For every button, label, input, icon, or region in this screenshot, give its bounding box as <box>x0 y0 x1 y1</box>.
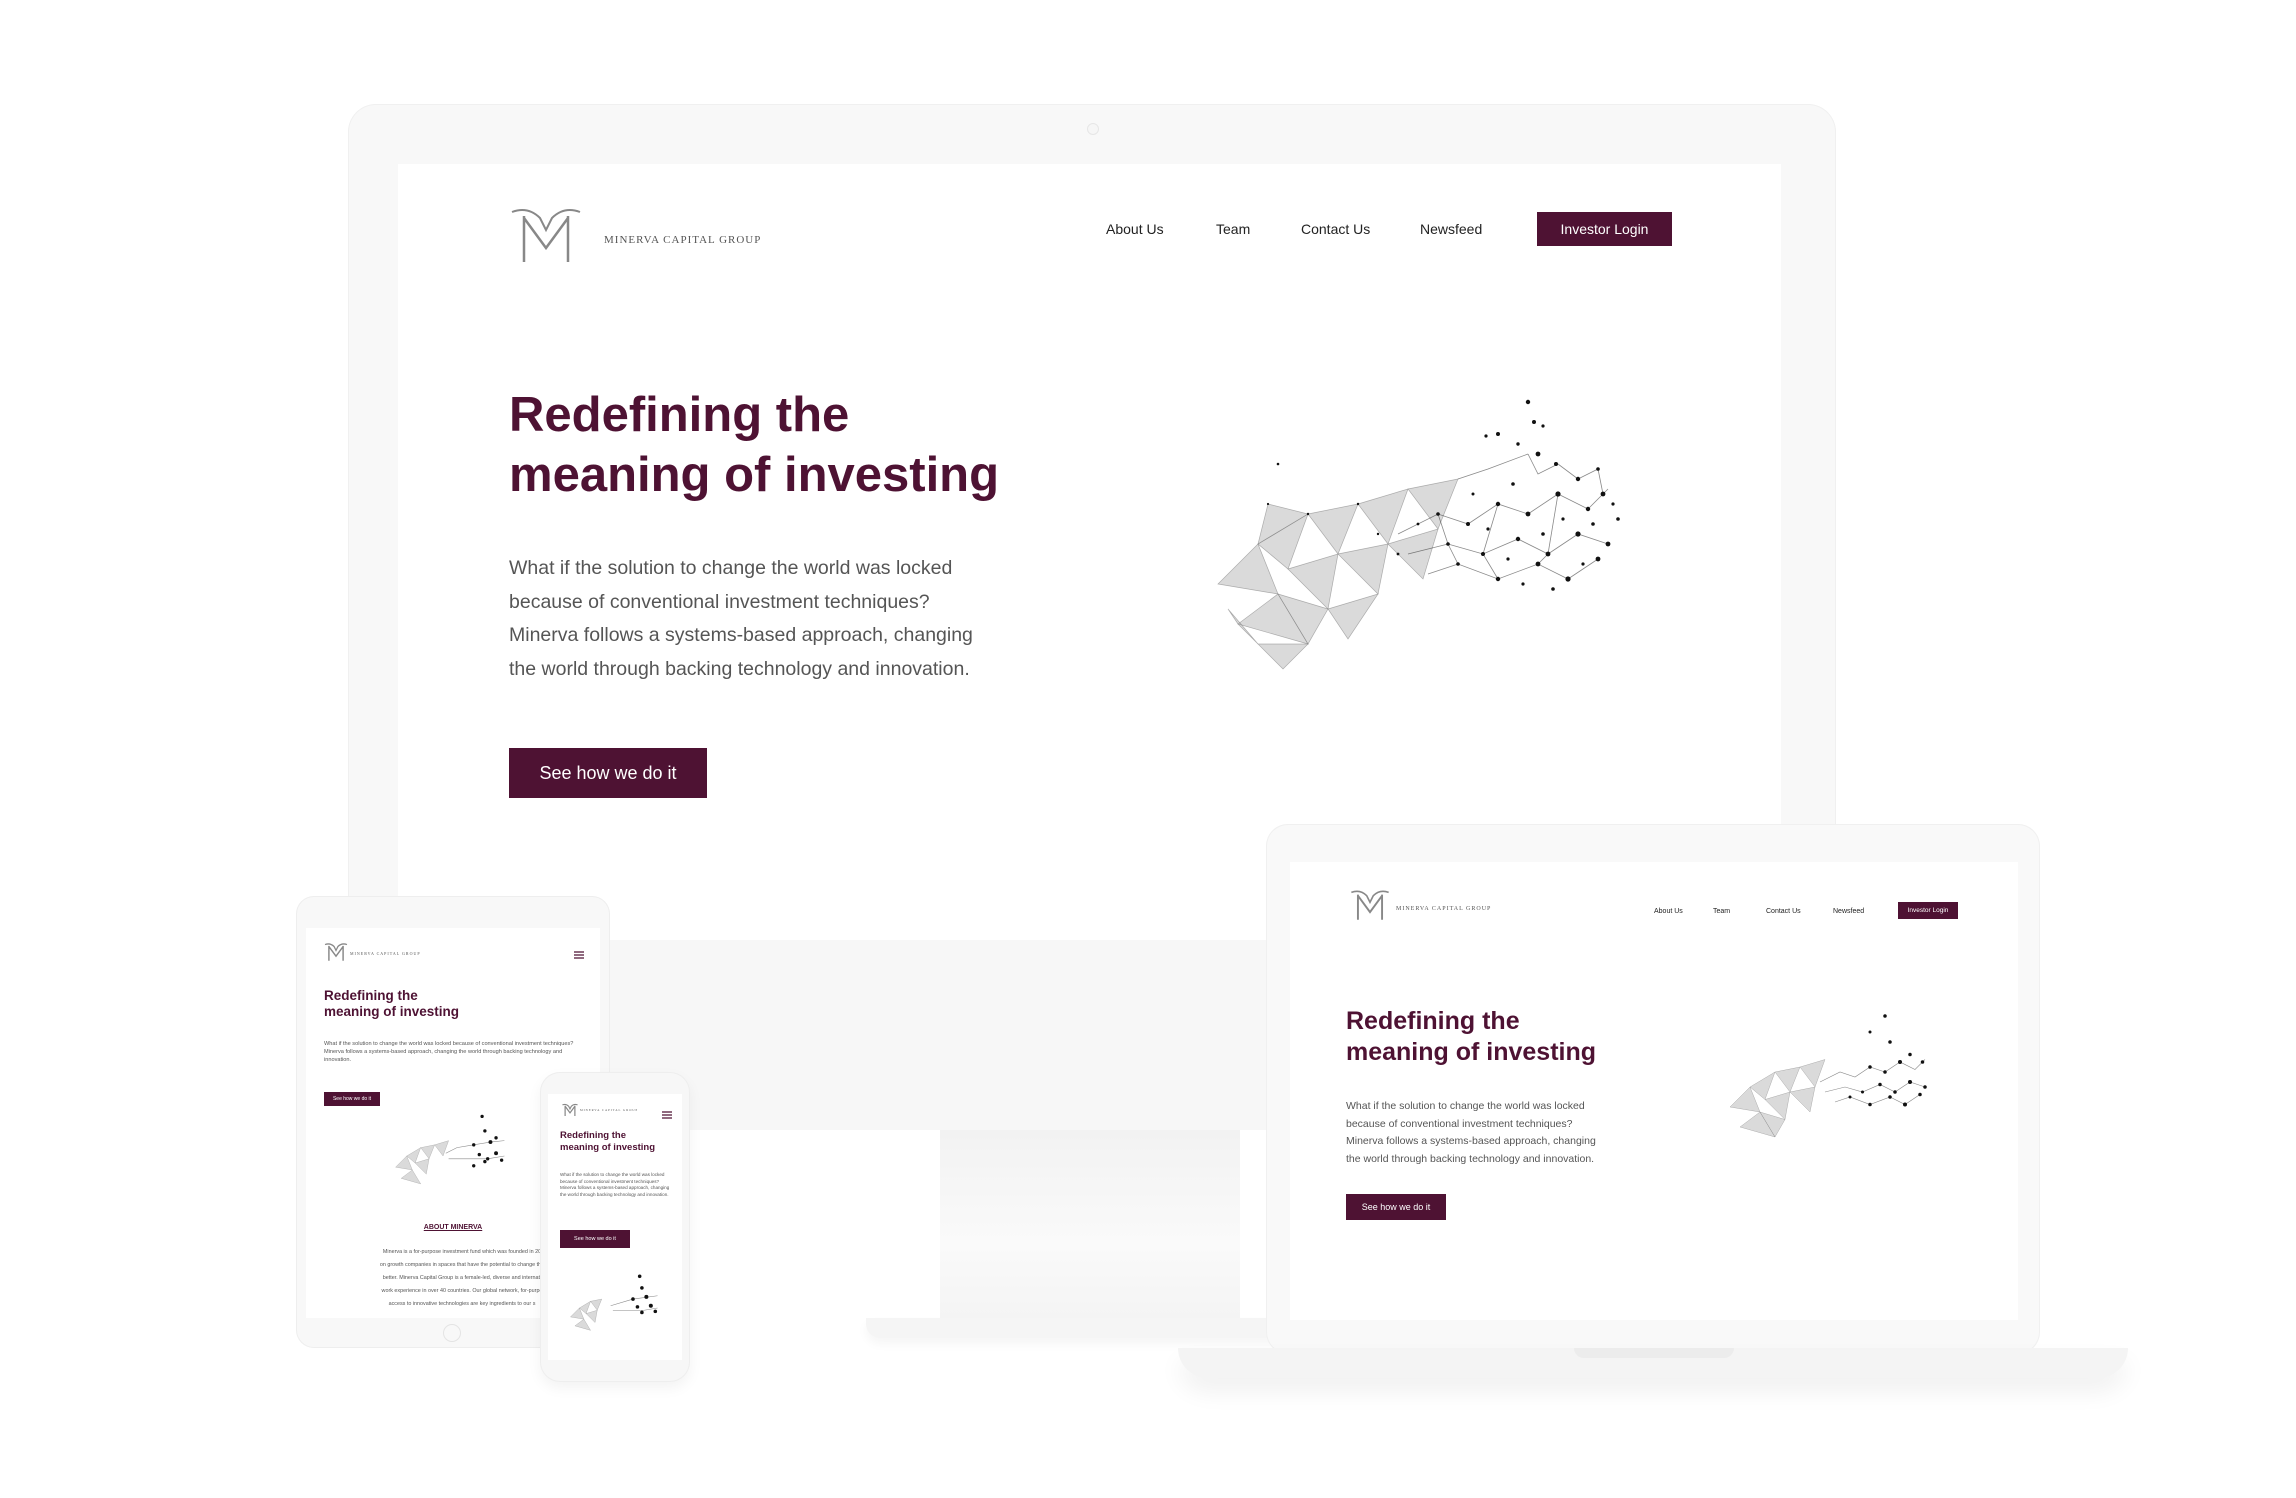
brand-name: MINERVA CAPITAL GROUP <box>1396 906 1492 912</box>
brand-name: MINERVA CAPITAL GROUP <box>350 951 421 956</box>
particle-network-graphic <box>390 1114 510 1198</box>
see-how-button[interactable]: See how we do it <box>1346 1194 1446 1220</box>
particle-network-graphic <box>1720 1012 1935 1162</box>
logo[interactable] <box>1348 888 1392 926</box>
logo[interactable] <box>562 1102 578 1121</box>
investor-login-button[interactable]: Investor Login <box>1537 212 1672 246</box>
minerva-m-logo-icon <box>324 943 348 961</box>
hero-body-line: What if the solution to change the world… <box>1346 1100 1585 1112</box>
hero-title-line-2: meaning of investing <box>324 1004 460 1020</box>
monitor-camera-icon <box>1087 123 1099 135</box>
nav-contact-us[interactable]: Contact Us <box>1301 221 1370 237</box>
hero-body-line: because of conventional investment techn… <box>509 590 930 613</box>
nav-newsfeed[interactable]: Newsfeed <box>1833 908 1864 915</box>
nav-about-us[interactable]: About Us <box>1654 908 1683 915</box>
minerva-m-logo-icon <box>562 1103 578 1116</box>
minerva-m-logo-icon <box>1351 890 1389 920</box>
nav-contact-us[interactable]: Contact Us <box>1766 908 1801 915</box>
hero-title: Redefining the meaning of investing <box>560 1130 655 1153</box>
hero-body-line: the world through backing technology and… <box>1346 1152 1595 1165</box>
hero-body: What if the solution to change the world… <box>1346 1098 1596 1168</box>
hero-body: What if the solution to change the world… <box>509 552 973 686</box>
hero-title-line-2: meaning of investing <box>560 1141 656 1153</box>
see-how-button[interactable]: See how we do it <box>560 1230 630 1248</box>
hero-body-line: Minerva follows a systems-based approach… <box>1346 1135 1596 1147</box>
see-how-button[interactable]: See how we do it <box>324 1092 380 1106</box>
hero-title-line-1: Redefining the <box>324 988 418 1003</box>
particle-network-graphic <box>566 1274 662 1342</box>
monitor-stand-base <box>866 1318 1316 1338</box>
monitor-stand <box>940 1130 1240 1320</box>
hero-body-line: Minerva follows a systems-based approach… <box>509 624 973 646</box>
hero-title-line-2: meaning of investing <box>509 447 1000 502</box>
logo[interactable] <box>324 942 348 966</box>
hero-title: Redefining the meaning of investing <box>509 386 999 506</box>
phone-screen: MINERVA CAPITAL GROUP Redefining the mea… <box>548 1094 682 1360</box>
hero-title: Redefining the meaning of investing <box>1346 1006 1596 1067</box>
logo[interactable] <box>510 204 582 270</box>
hero-body-line: What if the solution to change the world… <box>509 557 953 579</box>
hero-body: What if the solution to change the world… <box>324 1041 574 1063</box>
brand-name: MINERVA CAPITAL GROUP <box>604 234 762 246</box>
nav-team[interactable]: Team <box>1713 908 1730 915</box>
hamburger-icon[interactable] <box>574 944 584 963</box>
minerva-m-logo-icon <box>511 209 581 262</box>
hero-body-line: the world through backing technology and… <box>509 657 970 680</box>
hamburger-icon[interactable] <box>662 1104 672 1123</box>
nav-team[interactable]: Team <box>1216 221 1250 237</box>
laptop-notch <box>1574 1348 1734 1358</box>
particle-network-graphic <box>1198 394 1628 694</box>
nav-about-us[interactable]: About Us <box>1106 221 1164 237</box>
investor-login-button[interactable]: Investor Login <box>1898 902 1958 919</box>
hero-title-line-1: Redefining the <box>560 1130 626 1141</box>
hero-title: Redefining the meaning of investing <box>324 988 459 1021</box>
brand-name: MINERVA CAPITAL GROUP <box>580 1108 639 1112</box>
laptop-screen: MINERVA CAPITAL GROUP About Us Team Cont… <box>1290 862 2018 1320</box>
hero-body: What if the solution to change the world… <box>560 1172 670 1197</box>
tablet-home-button <box>443 1324 461 1342</box>
hero-title-line-1: Redefining the <box>509 388 850 442</box>
hero-body-line: because of conventional investment techn… <box>1346 1117 1573 1130</box>
see-how-button[interactable]: See how we do it <box>509 748 707 798</box>
hero-title-line-1: Redefining the <box>1346 1007 1520 1035</box>
hero-title-line-2: meaning of investing <box>1346 1037 1597 1066</box>
nav-newsfeed[interactable]: Newsfeed <box>1420 221 1482 237</box>
